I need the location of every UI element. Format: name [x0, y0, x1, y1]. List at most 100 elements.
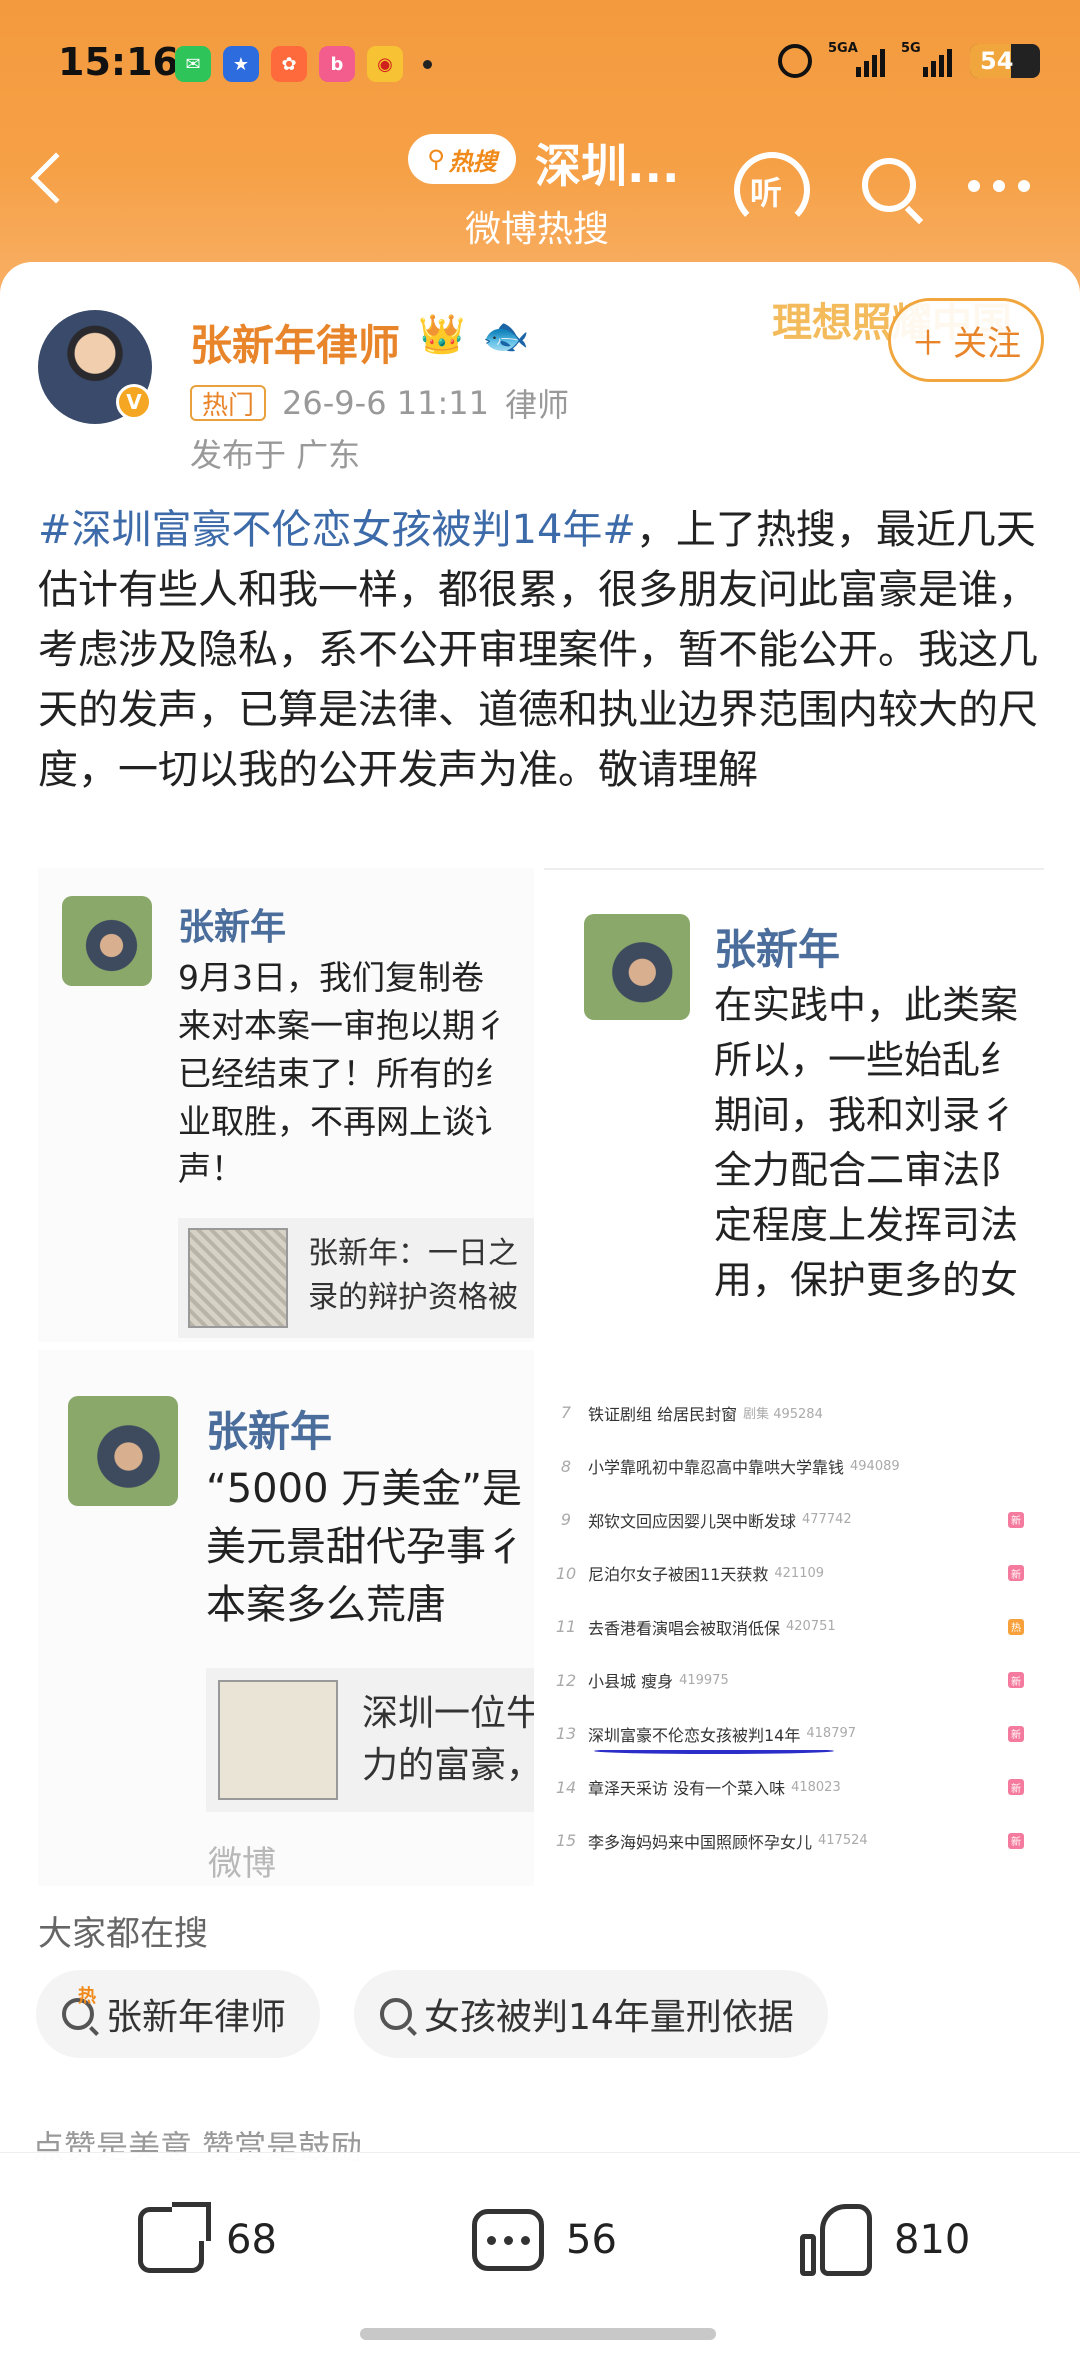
comment-button[interactable]: 56 — [472, 2200, 617, 2280]
screenshot-avatar — [62, 896, 152, 986]
rank-title: 深圳富豪不伦恋女孩被判14年 — [588, 1725, 801, 1745]
topic-link[interactable]: #深圳富豪不伦恋女孩被判14年# — [38, 507, 636, 553]
page-title: 深圳... — [535, 139, 680, 193]
like-button[interactable]: 810 — [800, 2200, 970, 2280]
rank-number: 9 — [560, 1510, 572, 1529]
ranking-row: 8 小学靠吼初中靠忍高中靠哄大学靠钱 494089 — [544, 1440, 1044, 1493]
rank-number: 13 — [555, 1724, 577, 1743]
rank-badge: 新 — [1008, 1672, 1024, 1688]
rank-number: 10 — [555, 1563, 577, 1583]
attached-image-4-hot-list[interactable]: 7 铁证剧组 给居民封窗 剧集 495284 8 小学靠吼初中靠忍高中靠哄大学靠钱 494… — [544, 1378, 1044, 1868]
signal-icon-2: 5G — [901, 41, 952, 77]
related-searches-label: 大家都在搜 — [38, 1914, 208, 1954]
ranking-row: 12 小县城 瘦身 419975 新 — [544, 1654, 1044, 1707]
rank-number: 11 — [555, 1617, 577, 1636]
rank-count: 477742 — [802, 1512, 852, 1527]
rank-count: 421109 — [774, 1565, 825, 1581]
screenshot-quote: 张新年：一日之 录的辩护资格被 — [178, 1218, 534, 1338]
quote-text: 张新年：一日之 录的辩护资格被 — [308, 1236, 518, 1315]
rank-badge: 新 — [1008, 1832, 1024, 1849]
screenshot-name: 张新年 — [714, 925, 841, 974]
quote-text: 深圳一位牛 力的富豪， — [362, 1693, 534, 1787]
ranking-row: 15 李多海妈妈来中国照顾怀孕女儿 417524 新 — [544, 1814, 1044, 1867]
related-search-chip-sentence[interactable]: 女孩被判14年量刑依据 — [354, 1970, 828, 2058]
ranking-row: 7 铁证剧组 给居民封窗 剧集 495284 — [544, 1386, 1044, 1439]
plus-icon: ＋ — [911, 323, 945, 364]
rank-count: 418797 — [806, 1726, 857, 1741]
rank-title: 李多海妈妈来中国照顾怀孕女儿 — [588, 1832, 813, 1852]
rank-badge: 热 — [1008, 1618, 1024, 1635]
rank-badge: 新 — [1008, 1565, 1024, 1581]
app-notify-icon-2: ✿ — [271, 46, 307, 82]
handdrawn-underline — [594, 1748, 834, 1754]
share-icon — [138, 2202, 211, 2273]
rank-title: 小学靠吼初中靠忍高中靠哄大学靠钱 — [588, 1458, 845, 1477]
related-search-chip-lawyer[interactable]: 热 张新年律师 — [36, 1970, 321, 2058]
screenshot-avatar — [68, 1396, 178, 1506]
rank-count: 494089 — [850, 1458, 900, 1474]
post-location: 发布于 广东 — [190, 436, 361, 474]
quote-thumbnail — [188, 1228, 288, 1328]
ranking-row: 11 去香港看演唱会被取消低保 420751 热 — [544, 1600, 1044, 1653]
listen-headphones-icon[interactable]: 听 — [728, 146, 816, 228]
rank-count: 剧集 495284 — [743, 1407, 823, 1422]
rank-count: 418023 — [791, 1779, 841, 1795]
rank-title: 章泽天采访 没有一个菜入味 — [588, 1779, 786, 1798]
rank-badge: 新 — [1008, 1511, 1024, 1528]
quote-thumbnail — [218, 1680, 338, 1800]
share-button[interactable]: 68 — [138, 2200, 277, 2280]
rank-title: 去香港看演唱会被取消低保 — [588, 1618, 781, 1638]
thumbs-up-icon — [800, 2204, 872, 2276]
notification-icons: ✉ ★ ✿ b ◉ — [175, 46, 432, 82]
status-bar: 15:16 ✉ ★ ✿ b ◉ 5GA 5G 54 — [0, 0, 1080, 130]
back-arrow-icon[interactable] — [30, 152, 82, 204]
app-notify-icon: ★ — [223, 46, 259, 82]
vip-crown-icon: 👑 — [418, 312, 466, 356]
ranking-row: 13 深圳富豪不伦恋女孩被判14年 418797 新 — [544, 1707, 1044, 1760]
post-text: #深圳富豪不伦恋女孩被判14年#，上了热搜，最近几天估计有些人和我一样，都很累，… — [38, 500, 1048, 800]
rank-badge: 新 — [1008, 1779, 1024, 1795]
author-role: 律师 — [504, 386, 569, 424]
flame-search-icon: ⚲ — [427, 145, 445, 173]
weibo-watermark: 微博 — [208, 1844, 276, 1884]
author-name[interactable]: 张新年律师 — [190, 312, 400, 373]
rank-number: 8 — [560, 1456, 572, 1476]
follow-button[interactable]: ＋关注 — [888, 298, 1044, 382]
alarm-icon — [778, 44, 812, 78]
hot-search-badge: ⚲ 热搜 — [408, 134, 516, 184]
rank-title: 小县城 瘦身 — [588, 1672, 674, 1691]
like-count: 810 — [894, 2217, 971, 2263]
screenshot-name: 张新年 — [206, 1407, 333, 1456]
comment-count: 56 — [566, 2217, 617, 2263]
search-icon — [380, 1998, 412, 2030]
screenshot-text: 在实践中，此类案 所以，一些始乱纟 期间，我和刘录彳 全力配合二审法阝 定程度上… — [714, 983, 1019, 1303]
rank-count: 419975 — [679, 1672, 729, 1688]
ranking-row: 9 郑钦文回应因婴儿哭中断发球 477742 新 — [544, 1493, 1044, 1546]
rank-title: 铁证剧组 给居民封窗 — [588, 1404, 738, 1424]
search-icon[interactable] — [862, 158, 916, 212]
rank-number: 7 — [560, 1403, 572, 1422]
page-subtitle: 微博热搜 — [465, 209, 610, 250]
screenshot-name: 张新年 — [178, 907, 287, 948]
more-notifications-dot — [423, 59, 432, 69]
status-time: 15:16 — [58, 40, 179, 84]
attached-image-2[interactable]: 张新年 在实践中，此类案 所以，一些始乱纟 期间，我和刘录彳 全力配合二审法阝 … — [544, 868, 1044, 1342]
more-dots-icon[interactable] — [968, 180, 1030, 192]
attached-image-3[interactable]: 张新年 “5000 万美金”是 美元景甜代孕事彳 本案多么荒唐 深圳一位牛 力的… — [38, 1350, 534, 1886]
rank-title: 尼泊尔女子被困11天获救 — [588, 1565, 769, 1584]
weibo-icon: ◉ — [367, 46, 403, 82]
rank-count: 417524 — [818, 1833, 868, 1848]
screenshot-text: 9月3日，我们复制卷 来对本案一审抱以期彳 已经结束了！所有的纟 业取胜，不再网… — [178, 958, 508, 1189]
post-meta: 热门 26-9-6 11:11 律师 — [190, 380, 569, 426]
comment-icon — [472, 2209, 544, 2271]
header-bar: 15:16 ✉ ★ ✿ b ◉ 5GA 5G 54 ⚲ 热搜 深圳... 微博热搜… — [0, 0, 1080, 300]
home-indicator[interactable] — [360, 2328, 716, 2340]
screenshot-text: “5000 万美金”是 美元景甜代孕事彳 本案多么荒唐 — [206, 1466, 526, 1628]
rank-number: 12 — [555, 1670, 577, 1690]
status-right: 5GA 5G 54 — [778, 41, 1040, 78]
verified-v-icon: V — [116, 384, 152, 420]
rank-count: 420751 — [786, 1619, 836, 1634]
ranking-row: 14 章泽天采访 没有一个菜入味 418023 新 — [544, 1761, 1044, 1814]
fan-badge-icon: 🐟 — [482, 314, 530, 358]
attached-image-1[interactable]: 张新年 9月3日，我们复制卷 来对本案一审抱以期彳 已经结束了！所有的纟 业取胜… — [38, 868, 534, 1342]
